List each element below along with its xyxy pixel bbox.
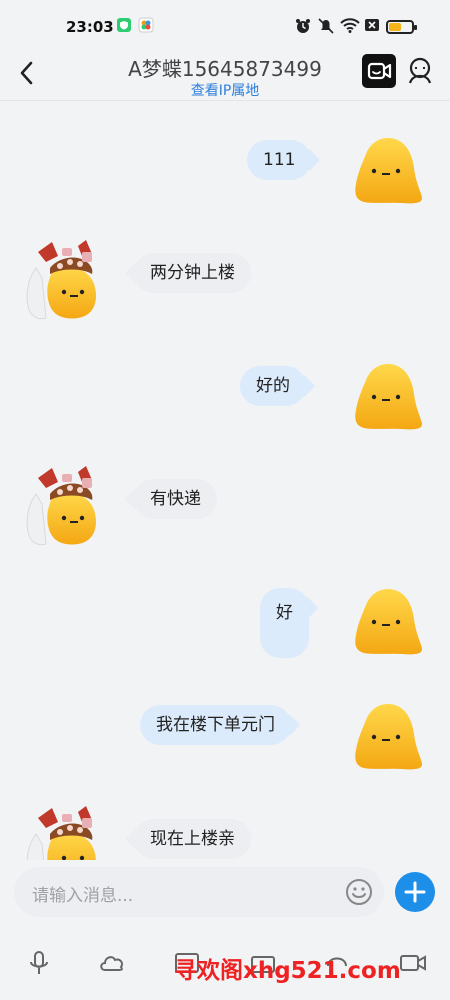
message-input-placeholder: 请输入消息... — [32, 886, 134, 906]
person-profile-icon[interactable] — [405, 56, 435, 86]
shield-app-icon — [117, 18, 131, 32]
add-attachment-button[interactable] — [395, 872, 435, 912]
my-avatar[interactable] — [352, 360, 424, 432]
smiley-icon[interactable] — [345, 878, 373, 906]
my-avatar[interactable] — [352, 134, 424, 206]
message-text: 111 — [263, 150, 296, 170]
my-avatar[interactable] — [352, 700, 424, 772]
message-text: 有快递 — [150, 489, 201, 509]
message-bubble-sent[interactable]: 好的 — [240, 366, 316, 406]
cloud-icon[interactable] — [97, 948, 127, 978]
chat-header: A梦蝶15645873499 查看IP属地 — [0, 50, 450, 102]
message-bubble-received[interactable]: 两分钟上楼 — [124, 253, 251, 293]
message-text: 两分钟上楼 — [150, 263, 235, 283]
battery-icon — [386, 20, 417, 34]
microphone-icon[interactable] — [24, 948, 54, 978]
video-camera-icon — [367, 62, 392, 80]
message-bubble-sent[interactable]: 111 — [247, 140, 321, 180]
contact-avatar[interactable] — [22, 238, 106, 320]
clock-time: 23:03 — [66, 18, 114, 36]
header-divider — [0, 100, 450, 101]
gallery-app-icon — [138, 17, 154, 33]
message-row-clip: 现在上楼亲 — [0, 780, 450, 860]
alarm-icon — [296, 19, 310, 33]
gif-video-icon[interactable] — [398, 948, 428, 978]
message-bubble-received[interactable]: 有快递 — [124, 479, 217, 519]
message-bubble-received[interactable]: 现在上楼亲 — [124, 819, 251, 859]
message-bubble-sent[interactable]: 我在楼下单元门 — [140, 705, 301, 745]
watermark-text: 寻欢阁xhg521.com — [174, 958, 401, 984]
message-input[interactable]: 请输入消息... — [14, 867, 384, 917]
wifi-icon — [340, 18, 360, 33]
video-call-button[interactable] — [362, 54, 396, 88]
no-sim-icon — [365, 19, 379, 31]
message-text: 现在上楼亲 — [150, 829, 235, 849]
message-text: 好的 — [256, 376, 290, 396]
bottom-toolbar: 寻欢阁xhg521.com — [0, 938, 450, 1000]
mute-bell-icon — [318, 18, 334, 34]
message-text: 好 — [276, 603, 293, 623]
contact-avatar[interactable] — [22, 464, 106, 546]
status-bar: 23:03 — [0, 0, 450, 50]
my-avatar[interactable] — [352, 585, 424, 657]
message-bubble-sent[interactable]: 好 — [260, 588, 319, 658]
message-text: 我在楼下单元门 — [156, 715, 275, 735]
plus-icon — [404, 881, 426, 903]
contact-avatar[interactable] — [22, 804, 106, 860]
